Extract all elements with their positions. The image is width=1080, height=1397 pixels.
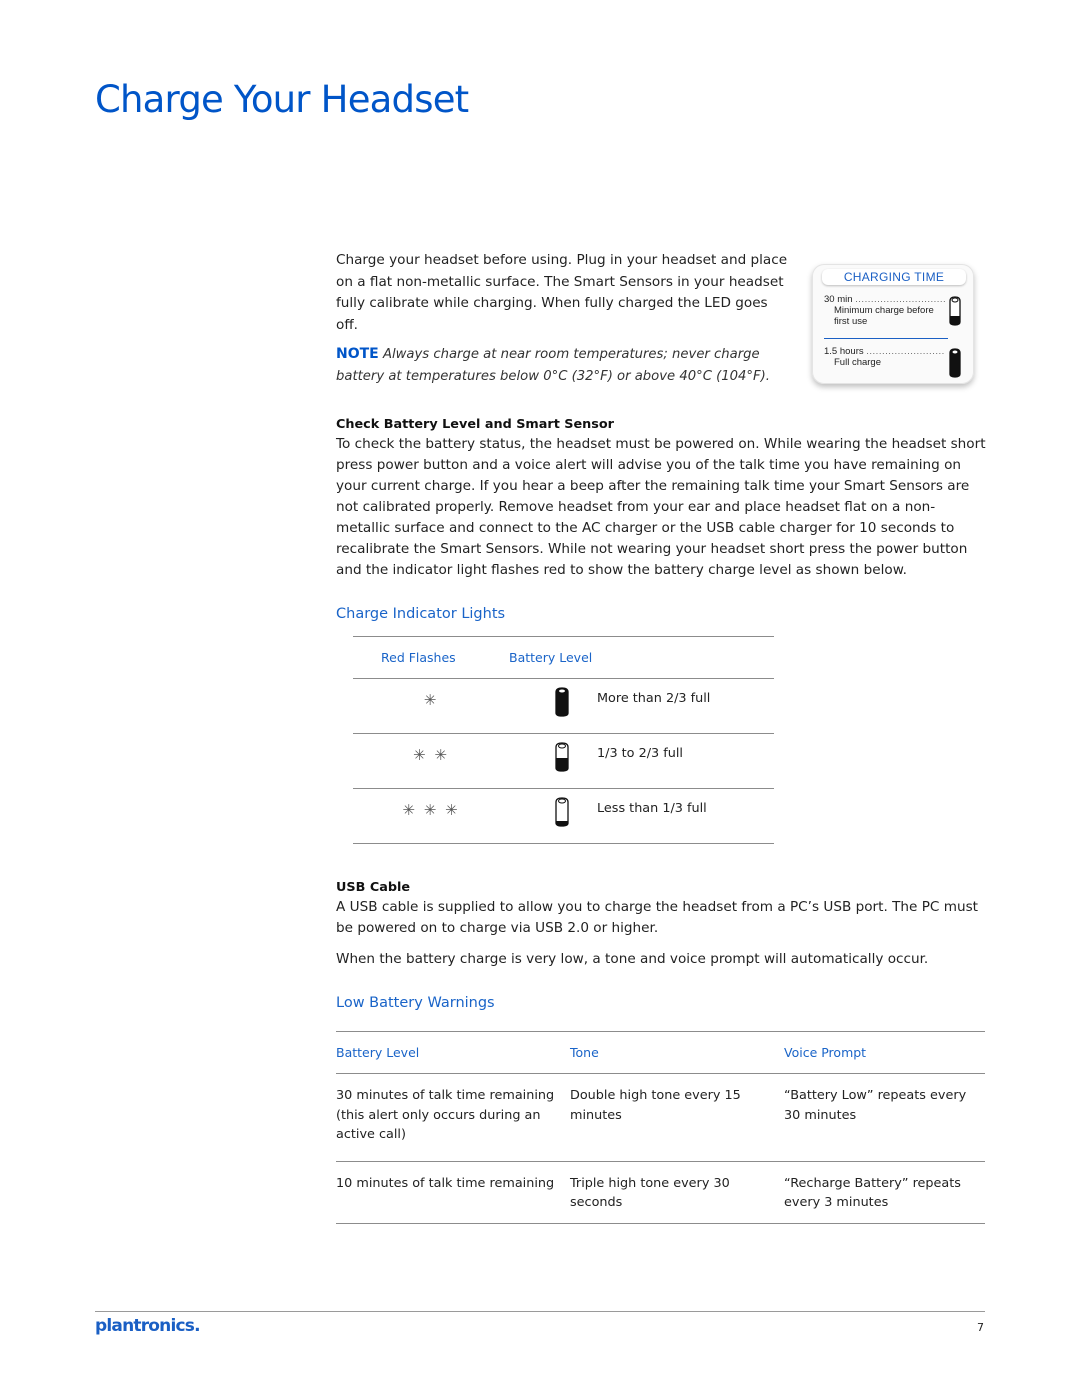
battery-level-text: 1/3 to 2/3 full [597, 746, 683, 761]
note-label: NOTE [336, 346, 379, 362]
note-text: Always charge at near room temperatures;… [336, 347, 770, 384]
page-title: Charge Your Headset [95, 78, 469, 121]
check-battery-body: To check the battery status, the headset… [336, 436, 986, 578]
low-battery-intro: When the battery charge is very low, a t… [336, 951, 929, 967]
charging-time-value: 1.5 hours [824, 346, 864, 357]
charging-row-min: 30 min ............................. Min… [824, 294, 947, 327]
table-row: ✳ More than 2/3 full [353, 679, 774, 734]
tone-cell: Double high tone every 15 minutes [570, 1088, 741, 1123]
intro-paragraph: Charge your headset before using. Plug i… [336, 252, 788, 333]
usb-cable-section: USB Cable A USB cable is supplied to all… [336, 880, 986, 970]
battery-full-icon [555, 687, 569, 717]
column-header: Battery Level [336, 1045, 420, 1060]
low-battery-table: Battery Level Tone Voice Prompt 30 minut… [336, 1031, 985, 1224]
charging-time-box: CHARGING TIME 30 min ...................… [812, 264, 974, 384]
flash-indicator: ✳ [423, 691, 439, 709]
battery-full-icon [949, 348, 961, 378]
flash-indicator: ✳ ✳ [413, 746, 449, 764]
table-row: ✳ ✳ 1/3 to 2/3 full [353, 734, 774, 789]
column-header: Red Flashes [381, 650, 456, 665]
table-row: ✳ ✳ ✳ Less than 1/3 full [353, 789, 774, 844]
charging-time-title: CHARGING TIME [822, 269, 966, 285]
charging-time-value: 30 min [824, 294, 853, 305]
battery-level-cell: 30 minutes of talk time remaining (this … [336, 1088, 555, 1142]
battery-half-icon [555, 742, 569, 772]
voice-prompt-cell: “Recharge Battery” repeats every 3 minut… [784, 1175, 961, 1211]
usb-cable-heading: USB Cable [336, 880, 411, 895]
charge-indicator-table: Red Flashes Battery Level ✳ More than 2/… [353, 636, 774, 844]
flash-indicator: ✳ ✳ ✳ [402, 801, 460, 819]
voice-prompt-cell: “Battery Low” repeats every 30 minutes [784, 1088, 967, 1123]
battery-level-cell: 10 minutes of talk time remaining [336, 1175, 555, 1191]
battery-partial-icon [949, 296, 961, 326]
tone-cell: Triple high tone every 30 seconds [570, 1175, 730, 1211]
column-header: Battery Level [509, 650, 593, 665]
table-header-row: Battery Level Tone Voice Prompt [336, 1031, 985, 1074]
battery-low-icon [555, 797, 569, 827]
note: NOTE Always charge at near room temperat… [336, 344, 791, 387]
charge-indicator-heading: Charge Indicator Lights [336, 606, 506, 622]
battery-level-text: More than 2/3 full [597, 691, 711, 706]
table-header-row: Red Flashes Battery Level [353, 636, 774, 679]
charging-desc: Full charge [834, 357, 881, 368]
column-header: Tone [570, 1045, 599, 1060]
page-number: 7 [977, 1321, 984, 1334]
charging-divider [824, 338, 948, 339]
usb-cable-body: A USB cable is supplied to allow you to … [336, 899, 978, 936]
table-row: 10 minutes of talk time remaining Triple… [336, 1161, 985, 1223]
charging-desc: Minimum charge before first use [834, 305, 934, 327]
low-battery-heading: Low Battery Warnings [336, 995, 495, 1011]
check-battery-section: Check Battery Level and Smart Sensor To … [336, 417, 986, 581]
battery-level-text: Less than 1/3 full [597, 801, 707, 816]
charging-row-full: 1.5 hours ......................... Full… [824, 346, 945, 368]
check-battery-heading: Check Battery Level and Smart Sensor [336, 417, 614, 432]
column-header: Voice Prompt [784, 1045, 867, 1060]
plantronics-logo: plantronics. [95, 1316, 201, 1336]
table-row: 30 minutes of talk time remaining (this … [336, 1074, 985, 1161]
footer-divider [95, 1311, 985, 1312]
